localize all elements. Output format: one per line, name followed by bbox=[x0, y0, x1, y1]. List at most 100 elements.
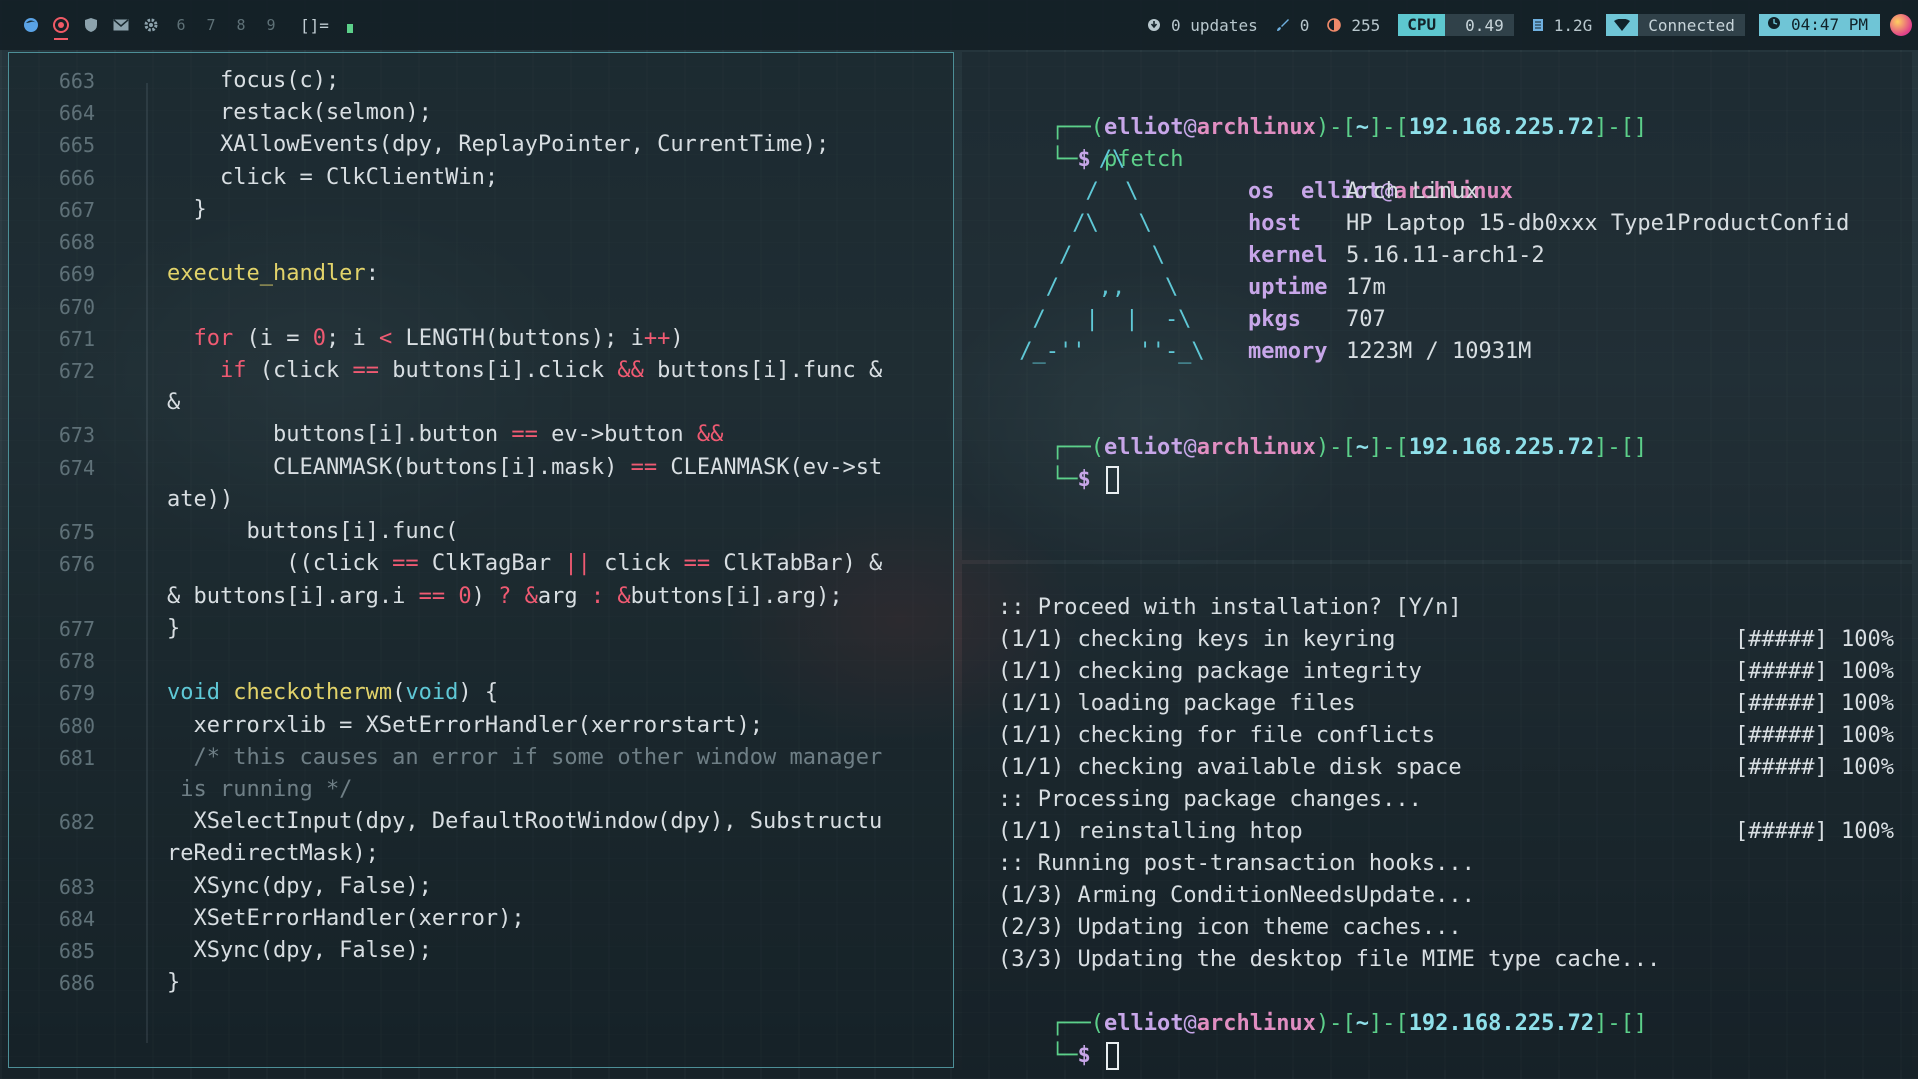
code-line[interactable]: 663 focus(c); bbox=[9, 65, 949, 97]
wifi-module[interactable]: Connected bbox=[1606, 14, 1745, 36]
code-text: for (i = 0; i < LENGTH(buttons); i++) bbox=[193, 325, 684, 351]
code-line[interactable]: 670 bbox=[9, 291, 949, 323]
code-text: if (click == buttons[i].click && buttons… bbox=[219, 358, 883, 384]
code-line[interactable]: 664 restack(selmon); bbox=[9, 97, 949, 129]
code-line[interactable]: 667 } bbox=[9, 194, 949, 226]
line-number: 665 bbox=[58, 133, 95, 158]
terminal-window-pfetch[interactable]: ┌──(elliot@archlinux)-[~]-[192.168.225.7… bbox=[962, 52, 1912, 560]
progress-indicator: [#####] 100% bbox=[1735, 627, 1894, 652]
info-key: host bbox=[1248, 211, 1301, 236]
layout-symbol[interactable]: []= bbox=[300, 16, 329, 35]
code-line[interactable]: 671 for (i = 0; i < LENGTH(buttons); i++… bbox=[9, 323, 949, 355]
memory-value: 1.2G bbox=[1553, 15, 1593, 35]
line-number: 675 bbox=[58, 520, 95, 545]
code-text: & buttons[i].arg.i == 0) ? &arg : &butto… bbox=[167, 583, 843, 609]
brush-count: 0 bbox=[1299, 15, 1310, 35]
updates-module[interactable]: 0 updates bbox=[1147, 16, 1258, 35]
code-text: XSync(dpy, False); bbox=[167, 938, 432, 964]
tag-7[interactable]: 7 bbox=[196, 16, 226, 34]
code-line[interactable]: 683 XSync(dpy, False); bbox=[9, 871, 949, 903]
code-text: XSync(dpy, False); bbox=[167, 873, 432, 899]
code-text: reRedirectMask); bbox=[167, 841, 379, 867]
gear-icon[interactable] bbox=[136, 13, 166, 37]
code-text: ate)) bbox=[167, 486, 234, 512]
output-text: (1/1) checking available disk space bbox=[998, 755, 1462, 780]
code-line[interactable]: 685 XSync(dpy, False); bbox=[9, 935, 949, 967]
progress-indicator: [#####] 100% bbox=[1735, 819, 1894, 844]
mail-icon[interactable] bbox=[106, 13, 136, 37]
code-line[interactable]: ate)) bbox=[9, 484, 949, 516]
code-line[interactable]: & buttons[i].arg.i == 0) ? &arg : &butto… bbox=[9, 581, 949, 613]
code-line[interactable]: & bbox=[9, 387, 949, 419]
brightness-value: 255 bbox=[1351, 15, 1381, 35]
logo-line: / \ bbox=[1006, 179, 1139, 204]
firefox-icon[interactable] bbox=[16, 13, 46, 37]
code-line[interactable]: 677} bbox=[9, 613, 949, 645]
code-line[interactable]: 684 XSetErrorHandler(xerror); bbox=[9, 903, 949, 935]
tag-9[interactable]: 9 bbox=[256, 16, 286, 34]
output-line: :: Processing package changes... bbox=[998, 784, 1894, 816]
code-line[interactable]: 681 /* this causes an error if some othe… bbox=[9, 742, 949, 774]
code-line[interactable]: is running */ bbox=[9, 774, 949, 806]
output-text: (2/3) Updating icon theme caches... bbox=[998, 915, 1462, 940]
prompt-host: archlinux bbox=[1196, 115, 1316, 140]
arch-logo-icon[interactable] bbox=[1890, 14, 1912, 36]
line-number: 671 bbox=[58, 326, 95, 351]
code-text: XSetErrorHandler(xerror); bbox=[167, 905, 525, 931]
output-line: :: Proceed with installation? [Y/n] bbox=[998, 592, 1894, 624]
code-text: & bbox=[167, 390, 181, 416]
code-line[interactable]: 676 ((click == ClkTagBar || click == Clk… bbox=[9, 548, 949, 580]
status-bar: 6 7 8 9 []= 0 updates 0 255 CPU 0.49 1.2… bbox=[0, 0, 1918, 50]
line-number: 681 bbox=[58, 745, 95, 770]
output-line: (1/1) checking for file conflicts [#####]… bbox=[998, 720, 1894, 752]
code-line[interactable]: 686} bbox=[9, 967, 949, 999]
input-line-2[interactable]: └─$ bbox=[998, 1008, 1119, 1070]
code-line[interactable]: 678 bbox=[9, 645, 949, 677]
shield-icon[interactable] bbox=[76, 13, 106, 37]
brush-module[interactable]: 0 bbox=[1276, 15, 1310, 35]
line-number: 672 bbox=[58, 359, 95, 384]
output-text: :: Processing package changes... bbox=[998, 787, 1422, 812]
code-line[interactable]: reRedirectMask); bbox=[9, 838, 949, 870]
memory-module[interactable]: 1.2G bbox=[1532, 15, 1593, 35]
code-text: buttons[i].button == ev->button && bbox=[167, 422, 724, 448]
chrome-icon[interactable] bbox=[46, 13, 76, 40]
window-indicator bbox=[346, 23, 353, 33]
info-key: os bbox=[1248, 179, 1275, 204]
code-line[interactable]: 668 bbox=[9, 226, 949, 258]
editor-window[interactable]: 663 focus(c); 664 restack(selmon); 665 XAl… bbox=[8, 52, 954, 1068]
code-line[interactable]: 675 buttons[i].func( bbox=[9, 516, 949, 548]
brightness-module[interactable]: 255 bbox=[1327, 16, 1380, 35]
code-line[interactable]: 673 buttons[i].button == ev->button && bbox=[9, 419, 949, 451]
logo-line: / | | -\ bbox=[1006, 307, 1192, 332]
tag-6[interactable]: 6 bbox=[166, 16, 196, 34]
code-line[interactable]: 669 execute_handler: bbox=[9, 258, 949, 290]
line-number: 673 bbox=[58, 423, 95, 448]
line-number: 677 bbox=[58, 616, 95, 641]
line-number: 686 bbox=[58, 971, 95, 996]
code-text: click = ClkClientWin; bbox=[167, 164, 499, 190]
code-line[interactable]: 666 click = ClkClientWin; bbox=[9, 162, 949, 194]
command-line[interactable]: :_ bbox=[43, 1065, 70, 1067]
terminal-window-pacman[interactable]: :: Proceed with installation? [Y/n](1/1)… bbox=[962, 564, 1912, 1070]
input-line-1[interactable]: └─$ bbox=[998, 432, 1119, 494]
output-text: (1/1) checking package integrity bbox=[998, 659, 1422, 684]
code-line[interactable]: 679 void checkotherwm(void) { bbox=[9, 677, 949, 709]
code-text: CLEANMASK(buttons[i].mask) == CLEANMASK(… bbox=[167, 454, 883, 480]
code-line[interactable]: 672 if (click == buttons[i].click && but… bbox=[9, 355, 949, 387]
prompt-line-3: ┌──(elliot@archlinux)-[~]-[192.168.225.7… bbox=[1050, 1011, 1648, 1036]
tag-8[interactable]: 8 bbox=[226, 16, 256, 34]
code-line[interactable]: 680 xerrorxlib = XSetErrorHandler(xerror… bbox=[9, 710, 949, 742]
code-text: is running */ bbox=[167, 776, 353, 802]
clock-module[interactable]: 04:47 PM bbox=[1758, 14, 1880, 36]
code-text: XSelectInput(dpy, DefaultRootWindow(dpy)… bbox=[167, 809, 883, 835]
command-line-pfetch: └─$ pfetch bbox=[1050, 147, 1184, 172]
logo-line: / ,, \ bbox=[1006, 275, 1179, 300]
code-line[interactable]: 682 XSelectInput(dpy, DefaultRootWindow(… bbox=[9, 806, 949, 838]
cpu-module[interactable]: CPU 0.49 bbox=[1398, 14, 1514, 36]
info-key: pkgs bbox=[1248, 307, 1301, 332]
code-line[interactable]: 665 XAllowEvents(dpy, ReplayPointer, Cur… bbox=[9, 129, 949, 161]
memory-icon bbox=[1532, 18, 1544, 32]
line-number: 679 bbox=[58, 681, 95, 706]
code-line[interactable]: 674 CLEANMASK(buttons[i].mask) == CLEANM… bbox=[9, 452, 949, 484]
